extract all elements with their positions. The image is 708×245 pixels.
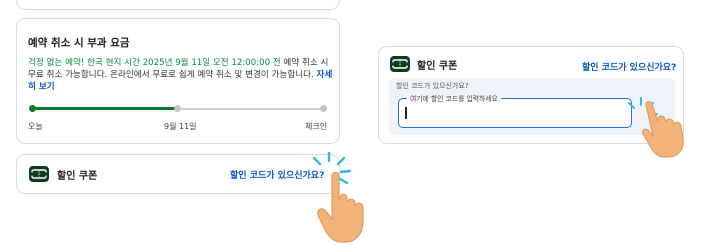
free-cancellation-highlight: 걱정 없는 예약! 한국 현지 시간 2025년 9월 11일 오전 12:00…	[28, 58, 281, 68]
cancellation-timeline	[28, 105, 327, 112]
coupon-title: 할인 쿠폰	[417, 61, 458, 72]
ticket-icon	[29, 166, 49, 182]
tap-hand-icon	[642, 101, 684, 158]
coupon-title: 할인 쿠폰	[57, 171, 98, 182]
timeline-label-checkin: 체크인	[305, 122, 328, 131]
timeline-dot-today	[28, 105, 36, 112]
ticket-icon	[390, 56, 410, 72]
timeline-progress	[32, 107, 178, 110]
timeline-label-today: 오늘	[28, 122, 43, 131]
previous-card-edge	[16, 0, 340, 10]
discount-coupon-card: 할인 쿠폰 할인 코드가 있으신가요?	[16, 154, 340, 194]
timeline-dot-deadline	[174, 105, 181, 112]
policy-description: 걱정 없는 예약! 한국 현지 시간 2025년 9월 11일 오전 12:00…	[28, 57, 334, 94]
discount-code-field-label: 여기에 할인 코드를 입력하세요	[407, 93, 501, 103]
cancellation-policy-card: 예약 취소 시 부과 요금 걱정 없는 예약! 한국 현지 시간 2025년 9…	[16, 18, 340, 144]
timeline-dot-checkin	[319, 105, 327, 112]
tap-hand-icon	[317, 171, 364, 243]
discount-code-field[interactable]: 여기에 할인 코드를 입력하세요	[398, 93, 632, 128]
policy-title: 예약 취소 시 부과 요금	[28, 37, 130, 49]
have-discount-code-link[interactable]: 할인 코드가 있으신가요?	[582, 60, 676, 73]
discount-code-prompt: 할인 코드가 있으신가요?	[396, 82, 469, 90]
timeline-label-deadline: 9월 11일	[164, 122, 197, 131]
discount-code-input[interactable]	[404, 105, 604, 121]
